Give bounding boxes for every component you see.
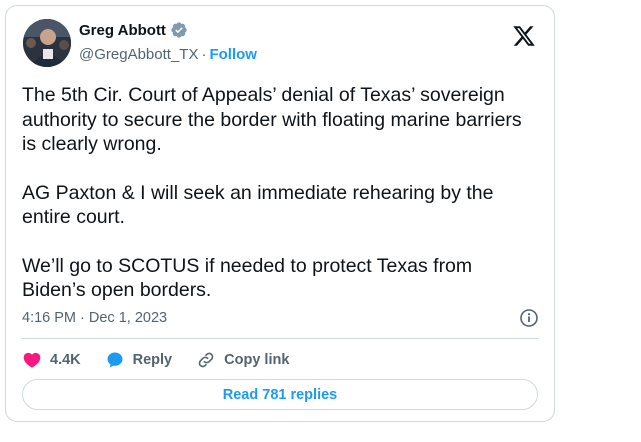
copy-link-button[interactable]: Copy link — [196, 350, 289, 370]
tweet-text: The 5th Cir. Court of Appeals’ denial of… — [22, 83, 537, 303]
action-bar: 4.4K Reply Copy link — [22, 349, 313, 371]
copy-link-label: Copy link — [224, 352, 290, 368]
link-icon — [196, 350, 216, 370]
follow-button[interactable]: Follow — [209, 46, 257, 63]
x-logo-icon[interactable] — [512, 24, 536, 48]
heart-icon — [22, 350, 42, 370]
like-count: 4.4K — [50, 352, 81, 368]
separator-dot: · — [201, 46, 207, 63]
avatar-image — [23, 19, 71, 67]
info-icon[interactable] — [519, 308, 539, 328]
tweet-card: Greg Abbott @GregAbbott_TX · Follow The … — [5, 5, 555, 422]
tweet-paragraph: The 5th Cir. Court of Appeals’ denial of… — [22, 84, 522, 155]
reply-bubble-icon — [105, 350, 125, 370]
read-replies-button[interactable]: Read 781 replies — [22, 379, 538, 410]
author-handle-row: @GregAbbott_TX · Follow — [79, 46, 257, 63]
tweet-paragraph: We’ll go to SCOTUS if needed to protect … — [22, 254, 473, 302]
tweet-timestamp[interactable]: 4:16 PM · Dec 1, 2023 — [22, 310, 167, 326]
verified-badge-icon — [170, 21, 188, 39]
reply-button[interactable]: Reply — [105, 350, 173, 370]
tweet-paragraph: AG Paxton & I will seek an immediate reh… — [22, 181, 494, 229]
avatar[interactable] — [23, 19, 71, 67]
like-button[interactable]: 4.4K — [22, 350, 81, 370]
author-handle[interactable]: @GregAbbott_TX — [79, 46, 198, 63]
reply-label: Reply — [132, 352, 173, 368]
divider — [22, 338, 538, 339]
author-name-row: Greg Abbott — [79, 21, 188, 39]
author-display-name[interactable]: Greg Abbott — [79, 22, 166, 39]
